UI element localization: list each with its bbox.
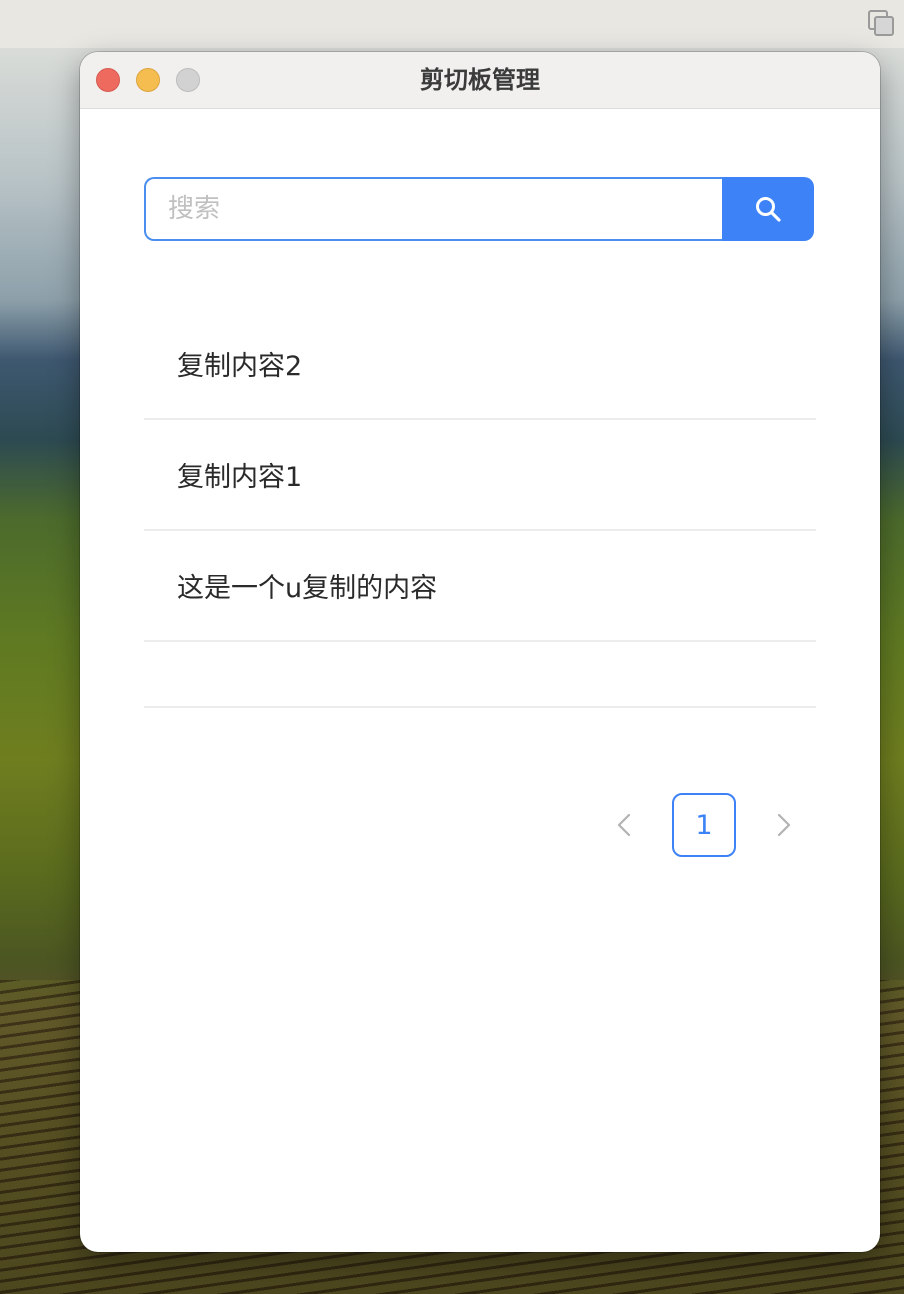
list-empty-row [144,642,816,708]
clipboard-list: 复制内容2 复制内容1 这是一个u复制的内容 [144,309,816,708]
chevron-left-icon [617,813,631,837]
search-icon [756,197,781,222]
search-button[interactable] [722,177,814,241]
window-title: 剪切板管理 [420,66,540,94]
window-switcher-icon[interactable] [868,8,894,38]
page-number-current[interactable]: 1 [672,793,736,857]
menu-bar [0,0,904,48]
search-input[interactable] [144,177,722,241]
title-bar[interactable]: 剪切板管理 [80,52,880,109]
list-item[interactable]: 这是一个u复制的内容 [144,531,816,642]
pagination: 1 [144,793,816,857]
list-item-text: 复制内容1 [177,462,303,493]
list-item-text: 这是一个u复制的内容 [177,573,438,604]
chevron-right-icon [777,813,791,837]
list-item-text: 复制内容2 [177,351,303,382]
list-item[interactable]: 复制内容1 [144,420,816,531]
prev-page-button[interactable] [604,793,644,857]
desktop-background: 剪切板管理 复制内容2 复制内容1 [0,0,904,1294]
list-item[interactable]: 复制内容2 [144,309,816,420]
search-bar [144,177,814,241]
next-page-button[interactable] [764,793,804,857]
clipboard-manager-window: 剪切板管理 复制内容2 复制内容1 [80,52,880,1252]
